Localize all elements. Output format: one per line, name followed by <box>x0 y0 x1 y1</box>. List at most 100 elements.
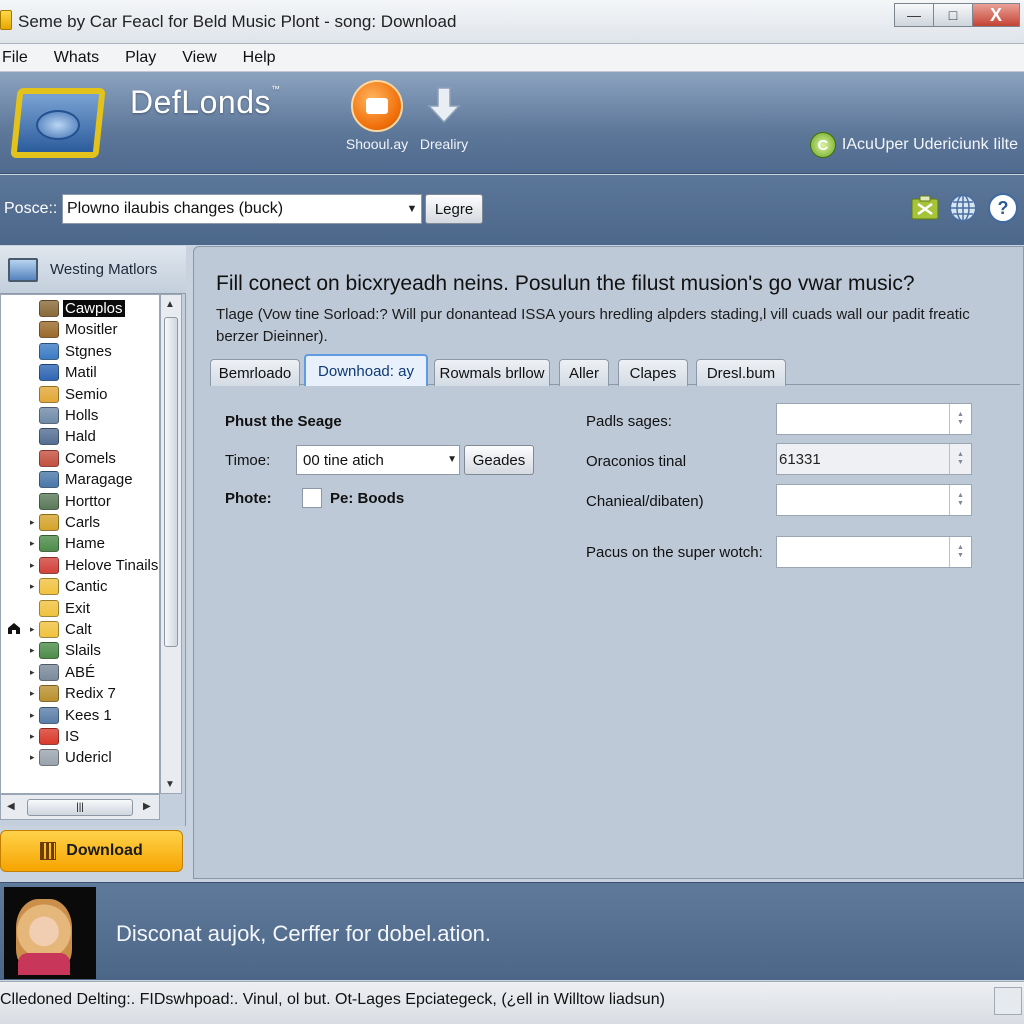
menu-whats[interactable]: Whats <box>54 49 99 67</box>
expand-arrow-icon[interactable]: ▸ <box>30 667 38 678</box>
help-icon[interactable]: ? <box>988 193 1018 223</box>
tree-item-label: Redix 7 <box>65 685 116 703</box>
time-label: Timoe: <box>225 452 271 469</box>
tree-item[interactable]: Stgnes <box>1 341 159 362</box>
close-button[interactable]: X <box>972 3 1020 27</box>
expand-arrow-icon[interactable]: ▸ <box>30 752 38 763</box>
tab-rowmals[interactable]: Rowmals brllow <box>434 359 550 386</box>
scroll-left-arrow-icon[interactable]: ◀ <box>7 801 15 812</box>
expand-arrow-icon[interactable]: ▸ <box>30 517 38 528</box>
tree-item[interactable]: Hald <box>1 426 159 447</box>
oraconios-tinal-label: Oraconios tinal <box>586 453 687 470</box>
sidebar-header: Westing Matlors <box>0 246 186 294</box>
grid-icon <box>39 663 59 681</box>
search-input[interactable]: Plowno ilaubis changes (buck) ▼ <box>62 194 422 224</box>
expand-arrow-icon[interactable]: ▸ <box>30 710 38 721</box>
chevron-down-icon[interactable]: ▼ <box>447 454 457 465</box>
tree-item[interactable]: Exit <box>1 598 159 619</box>
boods-checkbox[interactable] <box>302 488 322 508</box>
film-icon <box>39 685 59 703</box>
geades-button[interactable]: Geades <box>464 445 534 475</box>
search-button[interactable]: Legre <box>425 194 483 224</box>
tree-item[interactable]: ▸ Calt <box>1 619 159 640</box>
tree-item[interactable]: Mositler <box>1 319 159 340</box>
padls-sages-label: Padls sages: <box>586 413 672 430</box>
page-title: Fill conect on bicxryeadh neins. Posulun… <box>216 272 915 295</box>
tree-item-label: Matil <box>65 364 97 382</box>
tree-item-label: Carls <box>65 514 101 531</box>
trademark-mark: ™ <box>270 84 281 94</box>
expand-arrow-icon[interactable]: ▸ <box>30 538 38 549</box>
expand-arrow-icon[interactable]: ▸ <box>30 731 38 742</box>
oraconios-tinal-field[interactable]: 61331 ▲ ▼ <box>776 443 972 475</box>
time-select-value: 00 tine atich <box>303 452 384 469</box>
tab-downhoad[interactable]: Downhoad: ay <box>304 354 428 386</box>
library-tree[interactable]: Cawplos Mositler Stgnes Matil Semio Holls Hald… <box>0 294 160 794</box>
tab-bar: Bemrloado Downhoad: ay Rowmals brllow Al… <box>210 354 1020 386</box>
tree-item[interactable]: ▸ Carls <box>1 512 159 533</box>
scroll-down-arrow-icon[interactable]: ▼ <box>165 779 175 790</box>
chevron-down-icon[interactable]: ▼ <box>403 195 421 223</box>
tree-item[interactable]: ▸ IS <box>1 726 159 747</box>
brand-name: DefLonds™ <box>130 84 281 120</box>
tree-item[interactable]: ▸ ABÉ <box>1 662 159 683</box>
tree-item-label: Mositler <box>65 321 118 339</box>
download-arrow-icon <box>424 80 464 132</box>
monitor-icon <box>8 257 38 282</box>
download-button[interactable]: Download <box>0 830 183 872</box>
screen-icon <box>39 706 59 724</box>
tab-aller[interactable]: Aller <box>559 359 609 386</box>
menu-play[interactable]: Play <box>125 49 156 67</box>
upgrade-link[interactable]: C IAcuUper Udericiunk Iilte <box>809 132 1018 158</box>
shootulay-tool[interactable]: Shooul.ay <box>343 80 411 152</box>
chanieal-dibaten-field[interactable]: ▲ ▼ <box>776 484 972 516</box>
tree-item[interactable]: ▸ Hame <box>1 533 159 554</box>
expand-arrow-icon[interactable]: ▸ <box>30 645 38 656</box>
time-select[interactable]: 00 tine atich ▼ <box>296 445 460 475</box>
hscrollbar-thumb[interactable]: ||| <box>27 799 133 816</box>
globe-icon[interactable] <box>948 193 978 223</box>
tree-item-label: Hald <box>65 428 96 446</box>
promo-banner[interactable]: Disconat aujok, Cerffer for dobel.ation. <box>0 882 1024 980</box>
pacus-field[interactable]: ▲ ▼ <box>776 536 972 568</box>
padls-sages-field[interactable]: ▲ ▼ <box>776 403 972 435</box>
tree-item[interactable]: Horttor <box>1 491 159 512</box>
tab-clapes[interactable]: Clapes <box>618 359 688 386</box>
menu-view[interactable]: View <box>182 49 216 67</box>
chart-icon <box>39 514 59 531</box>
tree-item[interactable]: ▸ Kees 1 <box>1 705 159 726</box>
tree-item[interactable]: Semio <box>1 384 159 405</box>
tree-item[interactable]: Matil <box>1 362 159 383</box>
tree-item[interactable]: ▸ Helove Tinails <box>1 555 159 576</box>
tree-item[interactable]: Cawplos <box>1 298 159 319</box>
menu-file[interactable]: File <box>2 49 28 67</box>
tree-item[interactable]: Maragage <box>1 469 159 490</box>
horizontal-scrollbar[interactable]: ◀ ||| ▶ <box>0 794 160 820</box>
tree-item[interactable]: ▸ Udericl <box>1 747 159 768</box>
export-icon[interactable] <box>910 193 940 223</box>
scroll-up-arrow-icon[interactable]: ▲ <box>165 299 175 310</box>
tree-item[interactable]: Holls <box>1 405 159 426</box>
spinner-icon[interactable]: ▲ ▼ <box>949 404 971 434</box>
tree-item[interactable]: ▸ Redix 7 <box>1 683 159 704</box>
minimize-button[interactable]: — <box>894 3 934 27</box>
scrollbar-thumb[interactable] <box>164 317 178 647</box>
spinner-icon[interactable]: ▲ ▼ <box>949 444 971 474</box>
tab-dreslbum[interactable]: Dresl.bum <box>696 359 786 386</box>
tree-item[interactable]: ▸ Slails <box>1 640 159 661</box>
tab-bemrloado[interactable]: Bemrloado <box>210 359 300 386</box>
expand-arrow-icon[interactable]: ▸ <box>30 688 38 699</box>
vertical-scrollbar[interactable]: ▲ ▼ <box>160 294 182 794</box>
expand-arrow-icon[interactable]: ▸ <box>30 560 38 571</box>
menu-help[interactable]: Help <box>243 49 276 67</box>
scroll-right-arrow-icon[interactable]: ▶ <box>143 801 151 812</box>
tree-item[interactable]: Comels <box>1 448 159 469</box>
maximize-button[interactable]: □ <box>933 3 973 27</box>
tree-item[interactable]: ▸ Cantic <box>1 576 159 597</box>
tree-item-label: Semio <box>65 385 108 403</box>
expand-arrow-icon[interactable]: ▸ <box>30 624 38 635</box>
drealiry-tool[interactable]: Drealiry <box>414 80 474 152</box>
spinner-icon[interactable]: ▲ ▼ <box>949 537 971 567</box>
expand-arrow-icon[interactable]: ▸ <box>30 581 38 592</box>
spinner-icon[interactable]: ▲ ▼ <box>949 485 971 515</box>
